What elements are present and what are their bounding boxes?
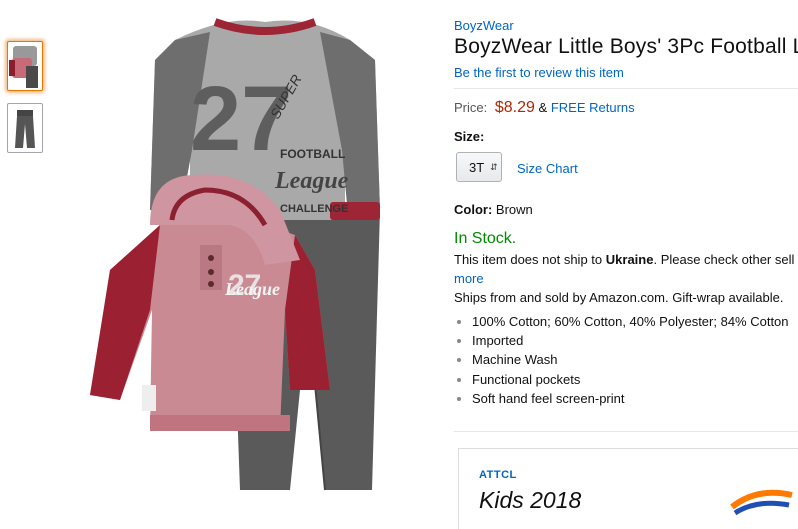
size-label: Size: bbox=[454, 129, 485, 144]
shirt-print-script: League bbox=[274, 168, 349, 194]
product-title: BoyzWear Little Boys' 3Pc Football L bbox=[454, 35, 798, 58]
thumbnail-strip bbox=[7, 41, 43, 165]
sold-by-text: Ships from and sold by Amazon.com. Gift-… bbox=[454, 290, 784, 305]
shirt-print-arc-bottom: CHALLENGE bbox=[280, 203, 348, 215]
free-returns-link[interactable]: FREE Returns bbox=[551, 100, 635, 115]
feature-bullet: Machine Wash bbox=[472, 350, 789, 369]
divider-top bbox=[454, 88, 798, 89]
color-value: Brown bbox=[495, 202, 533, 217]
stock-status: In Stock. bbox=[454, 230, 517, 247]
hoodie-print-script: League bbox=[224, 279, 280, 299]
size-chart-link[interactable]: Size Chart bbox=[517, 161, 578, 176]
price-label: Price: bbox=[454, 100, 488, 115]
feature-bullet: Soft hand feel screen-print bbox=[472, 389, 789, 408]
thumbnail-outfit-set[interactable] bbox=[7, 41, 43, 91]
feature-bullet: 100% Cotton; 60% Cotton, 40% Polyester; … bbox=[472, 312, 789, 331]
thumbnail-jeans[interactable] bbox=[7, 103, 43, 153]
jeans-thumbnail-icon bbox=[15, 110, 35, 148]
feature-bullet: Functional pockets bbox=[472, 370, 789, 389]
main-product-image[interactable]: 27 SUPER FOOTBALL League CHALLENGE 27 Le… bbox=[80, 10, 410, 510]
shipping-country: Ukraine bbox=[605, 252, 654, 267]
size-dropdown[interactable]: 3T ⇵ bbox=[456, 152, 502, 182]
color-row: Color: Brown bbox=[454, 202, 533, 217]
brand-link[interactable]: BoyzWear bbox=[454, 18, 514, 33]
sponsored-ad[interactable]: ATTCL Kids 2018 bbox=[458, 448, 798, 529]
color-label: Color: bbox=[454, 202, 493, 217]
shipping-notice-rest: . Please check other sell bbox=[653, 252, 795, 267]
ad-product-icon bbox=[730, 489, 793, 516]
more-link[interactable]: more bbox=[454, 271, 484, 286]
price-row: Price: $8.29 & FREE Returns bbox=[454, 99, 635, 117]
price-separator: & bbox=[538, 100, 548, 115]
ad-title: Kids 2018 bbox=[479, 487, 582, 513]
feature-bullet: Imported bbox=[472, 331, 789, 350]
updown-chevron-icon: ⇵ bbox=[490, 161, 498, 172]
shipping-notice-text: This item does not ship to bbox=[454, 252, 603, 267]
outfit-set-thumbnail-icon bbox=[9, 46, 38, 88]
shirt-print-arc-top: FOOTBALL bbox=[280, 147, 345, 161]
shipping-notice: This item does not ship to Ukraine. Plea… bbox=[454, 252, 794, 267]
product-outfit-illustration: 27 SUPER FOOTBALL League CHALLENGE 27 Le… bbox=[90, 18, 380, 491]
divider-bottom bbox=[454, 431, 798, 432]
price-value: $8.29 bbox=[494, 99, 535, 116]
size-dropdown-value: 3T bbox=[469, 159, 485, 175]
review-link[interactable]: Be the first to review this item bbox=[454, 65, 624, 80]
ad-brand: ATTCL bbox=[479, 469, 517, 481]
feature-bullets: 100% Cotton; 60% Cotton, 40% Polyester; … bbox=[454, 312, 789, 408]
